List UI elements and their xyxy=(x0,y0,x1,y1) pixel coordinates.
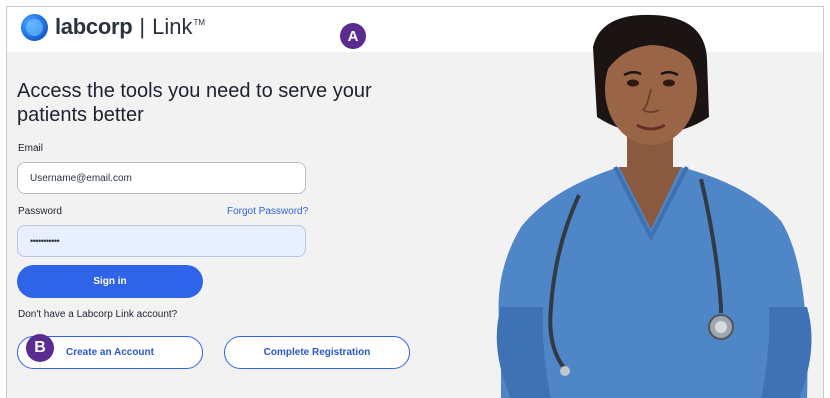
password-field[interactable]: ••••••••••• xyxy=(17,225,306,257)
logo-brand-name: labcorp xyxy=(55,14,133,39)
callout-marker-a: A xyxy=(340,23,366,49)
email-field[interactable]: Username@email.com xyxy=(17,162,306,194)
callout-marker-b: B xyxy=(26,334,54,362)
login-page: labcorp | Link TM A Access the tools you… xyxy=(6,6,824,398)
labcorp-logo-icon xyxy=(21,13,48,41)
no-account-text: Don't have a Labcorp Link account? xyxy=(18,309,178,320)
complete-registration-button[interactable]: Complete Registration xyxy=(224,336,410,369)
logo-product-name: Link xyxy=(152,14,193,39)
page-headline: Access the tools you need to serve your … xyxy=(17,80,372,126)
forgot-password-link[interactable]: Forgot Password? xyxy=(227,206,308,217)
sign-in-button[interactable]: Sign in xyxy=(17,265,203,298)
logo-trademark: TM xyxy=(193,18,206,27)
password-label: Password xyxy=(18,206,62,217)
logo-separator: | xyxy=(139,14,146,39)
email-label: Email xyxy=(18,143,44,154)
labcorp-logo[interactable]: labcorp | Link TM xyxy=(21,12,205,42)
clinician-photo xyxy=(496,14,812,398)
